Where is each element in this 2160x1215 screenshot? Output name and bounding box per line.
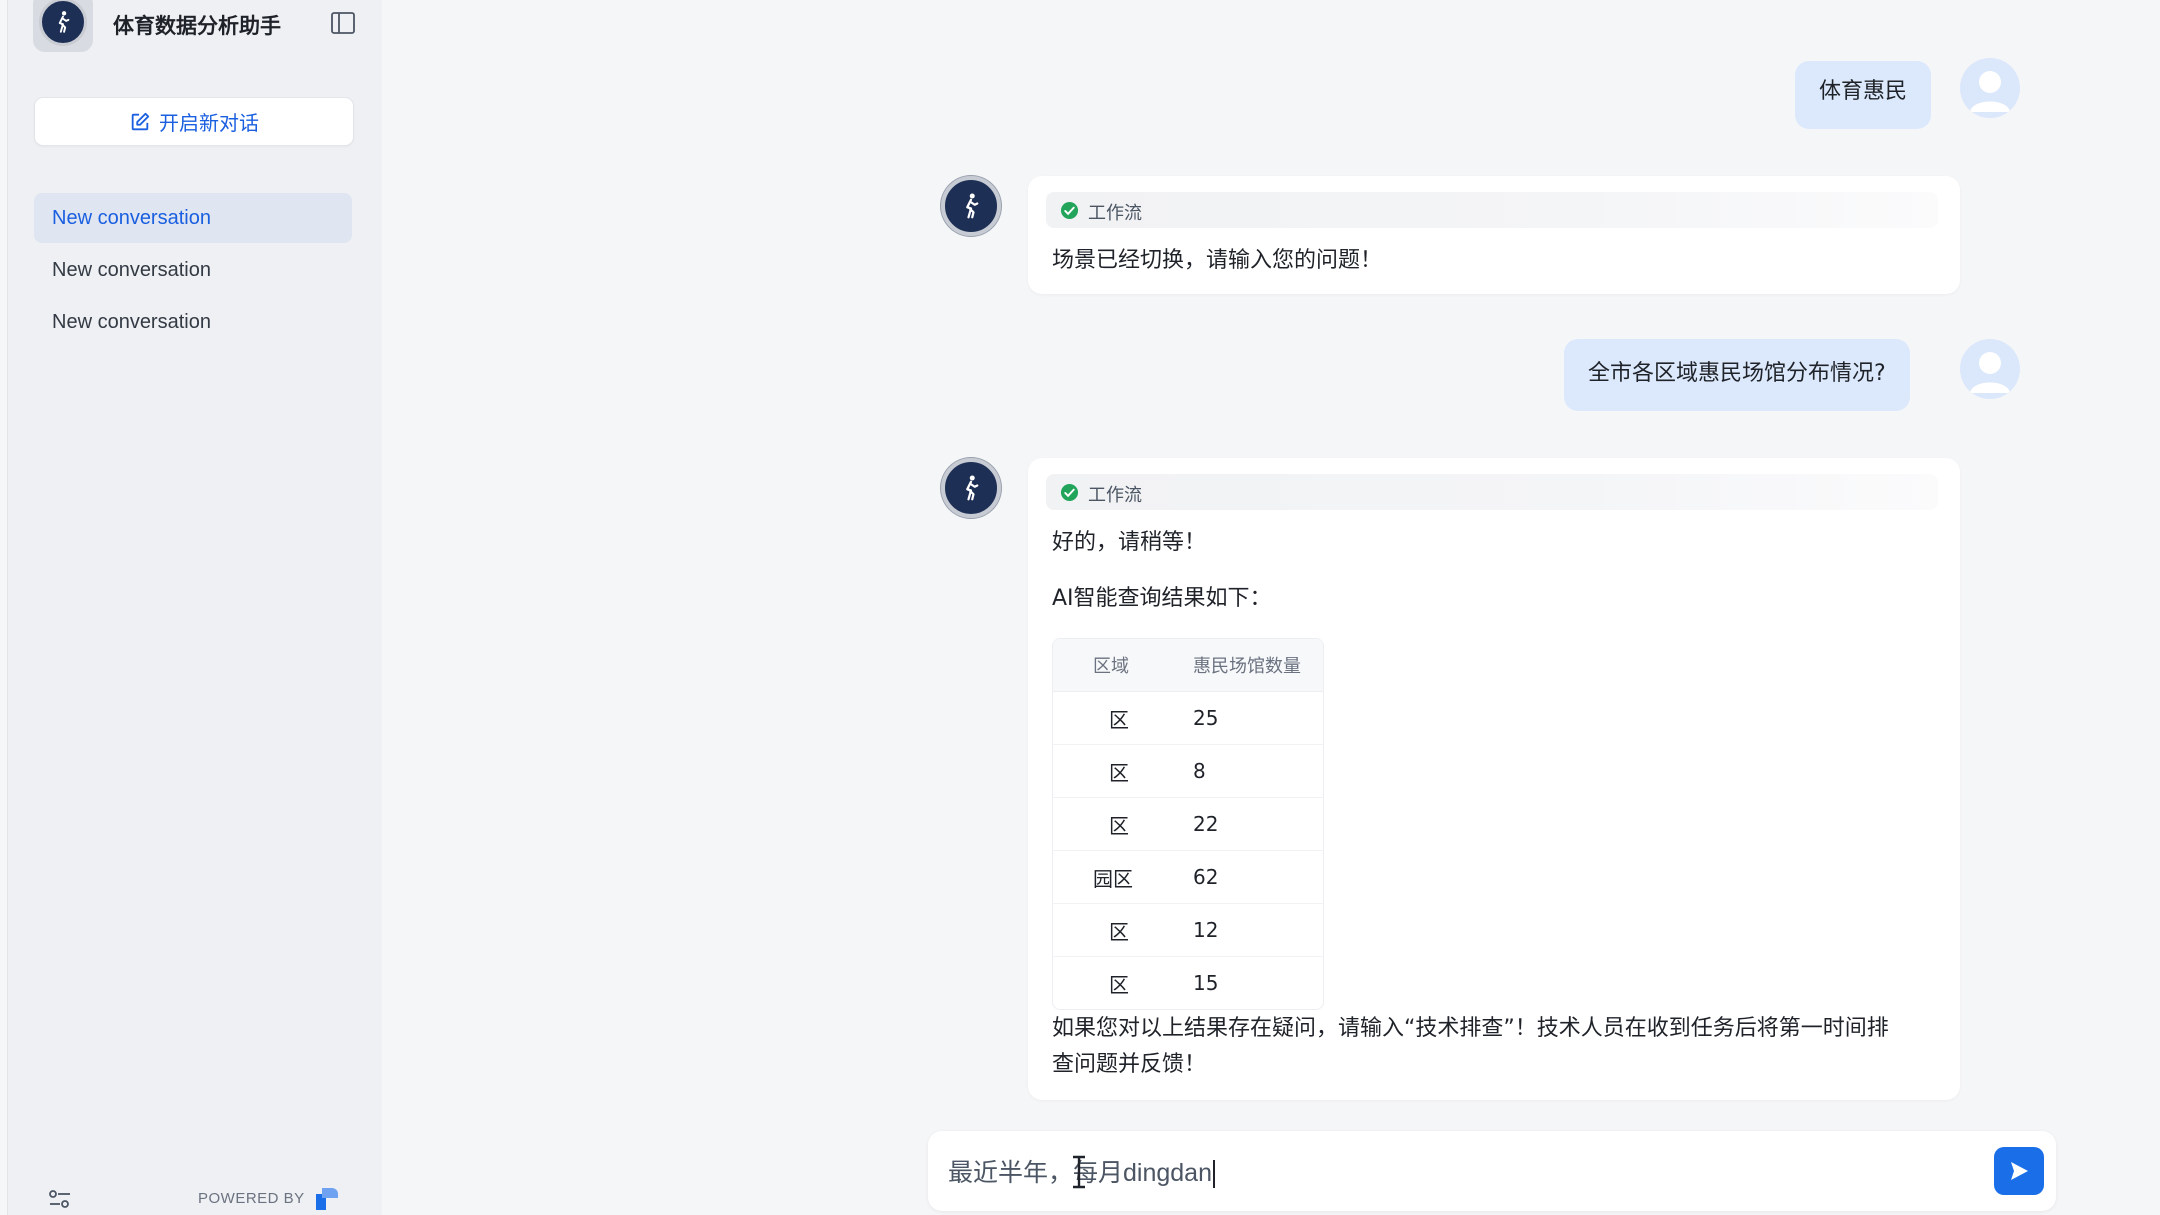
assistant-message: 工作流 好的，请稍等！ AI智能查询结果如下： 区域 惠民场馆数量 区 25 区… bbox=[1028, 458, 1960, 1100]
table-cell: 22 bbox=[1173, 798, 1323, 851]
user-message: 体育惠民 bbox=[1795, 61, 1932, 129]
table-cell: 区 bbox=[1109, 972, 1129, 997]
new-chat-label: 开启新对话 bbox=[159, 111, 259, 135]
runner-icon bbox=[39, 0, 87, 46]
table-cell: 区 bbox=[1053, 904, 1173, 957]
conversation-item[interactable]: New conversation bbox=[34, 193, 352, 243]
table-row: 区 22 bbox=[1053, 798, 1323, 851]
workflow-label: 工作流 bbox=[1088, 203, 1142, 224]
runner-icon bbox=[966, 475, 979, 501]
sidebar: 体育数据分析助手 开启新对话 New conversation New conv… bbox=[7, 0, 382, 1215]
conversation-item[interactable]: New conversation bbox=[34, 297, 352, 347]
table-row: 区 25 bbox=[1053, 692, 1323, 745]
table-cell: 区 bbox=[1053, 798, 1173, 851]
assistant-message: 工作流 场景已经切换，请输入您的问题！ bbox=[1028, 176, 1960, 294]
text-cursor-icon bbox=[1073, 1155, 1085, 1189]
powered-by-label: POWERED BY bbox=[198, 1190, 305, 1207]
assistant-text: 好的，请稍等！ bbox=[1052, 530, 1207, 555]
edit-icon bbox=[131, 112, 150, 130]
app-logo bbox=[33, 0, 93, 52]
table-cell: 区 bbox=[1053, 745, 1173, 798]
table-header-row: 区域 惠民场馆数量 bbox=[1053, 639, 1323, 692]
conversation-list: New conversation New conversation New co… bbox=[34, 193, 352, 349]
app-title: 体育数据分析助手 bbox=[113, 14, 281, 38]
new-chat-button[interactable]: 开启新对话 bbox=[34, 97, 354, 146]
send-icon bbox=[2011, 1162, 2028, 1180]
workflow-status[interactable]: 工作流 bbox=[1046, 192, 1938, 228]
result-table: 区域 惠民场馆数量 区 25 区 8 区 22 园区 62 区 12 区 15 bbox=[1052, 638, 1324, 1010]
brand-logo-icon bbox=[316, 1188, 338, 1210]
runner-icon bbox=[966, 193, 979, 219]
sliders-icon[interactable] bbox=[48, 1188, 72, 1210]
user-message: 全市各区域惠民场馆分布情况? bbox=[1564, 339, 1910, 411]
table-row: 区 12 bbox=[1053, 904, 1323, 957]
assistant-avatar bbox=[941, 176, 1001, 236]
table-header-cell: 区域 bbox=[1053, 639, 1173, 692]
app-header: 体育数据分析助手 bbox=[33, 0, 373, 52]
table-cell: 15 bbox=[1193, 971, 1219, 995]
text-caret bbox=[1212, 1160, 1215, 1189]
table-cell: 12 bbox=[1173, 904, 1323, 957]
table-row: 区 15 bbox=[1053, 957, 1323, 1009]
table-cell: 区 bbox=[1053, 692, 1173, 745]
check-circle-icon bbox=[1060, 483, 1079, 502]
table-row: 园区 62 bbox=[1053, 851, 1323, 904]
assistant-text: 如果您对以上结果存在疑问，请输入“技术排查”！技术人员在收到任务后将第一时间排 bbox=[1052, 1016, 1889, 1041]
assistant-text: 场景已经切换，请输入您的问题！ bbox=[1052, 248, 1383, 273]
sidebar-footer: POWERED BY bbox=[48, 1180, 348, 1210]
sidebar-toggle-icon[interactable] bbox=[331, 12, 355, 34]
workflow-label: 工作流 bbox=[1088, 485, 1142, 506]
user-avatar-icon bbox=[1970, 71, 2010, 112]
conversation-item[interactable]: New conversation bbox=[34, 245, 352, 295]
assistant-text: AI智能查询结果如下： bbox=[1052, 586, 1272, 611]
table-cell: 8 bbox=[1173, 745, 1323, 798]
message-composer[interactable]: 最近半年，每月dingdan bbox=[928, 1131, 2056, 1211]
table-cell: 62 bbox=[1173, 851, 1323, 904]
user-avatar bbox=[1960, 339, 2020, 399]
assistant-avatar bbox=[941, 458, 1001, 518]
table-header-cell: 惠民场馆数量 bbox=[1173, 639, 1323, 692]
workflow-status[interactable]: 工作流 bbox=[1046, 474, 1938, 510]
user-avatar bbox=[1960, 58, 2020, 118]
table-cell: 25 bbox=[1173, 692, 1323, 745]
assistant-text: 查问题并反馈！ bbox=[1052, 1052, 1207, 1077]
user-avatar-icon bbox=[1970, 352, 2010, 393]
table-row: 区 8 bbox=[1053, 745, 1323, 798]
table-cell: 园区 bbox=[1053, 851, 1173, 904]
send-button[interactable] bbox=[1994, 1147, 2044, 1195]
check-circle-icon bbox=[1060, 201, 1079, 220]
